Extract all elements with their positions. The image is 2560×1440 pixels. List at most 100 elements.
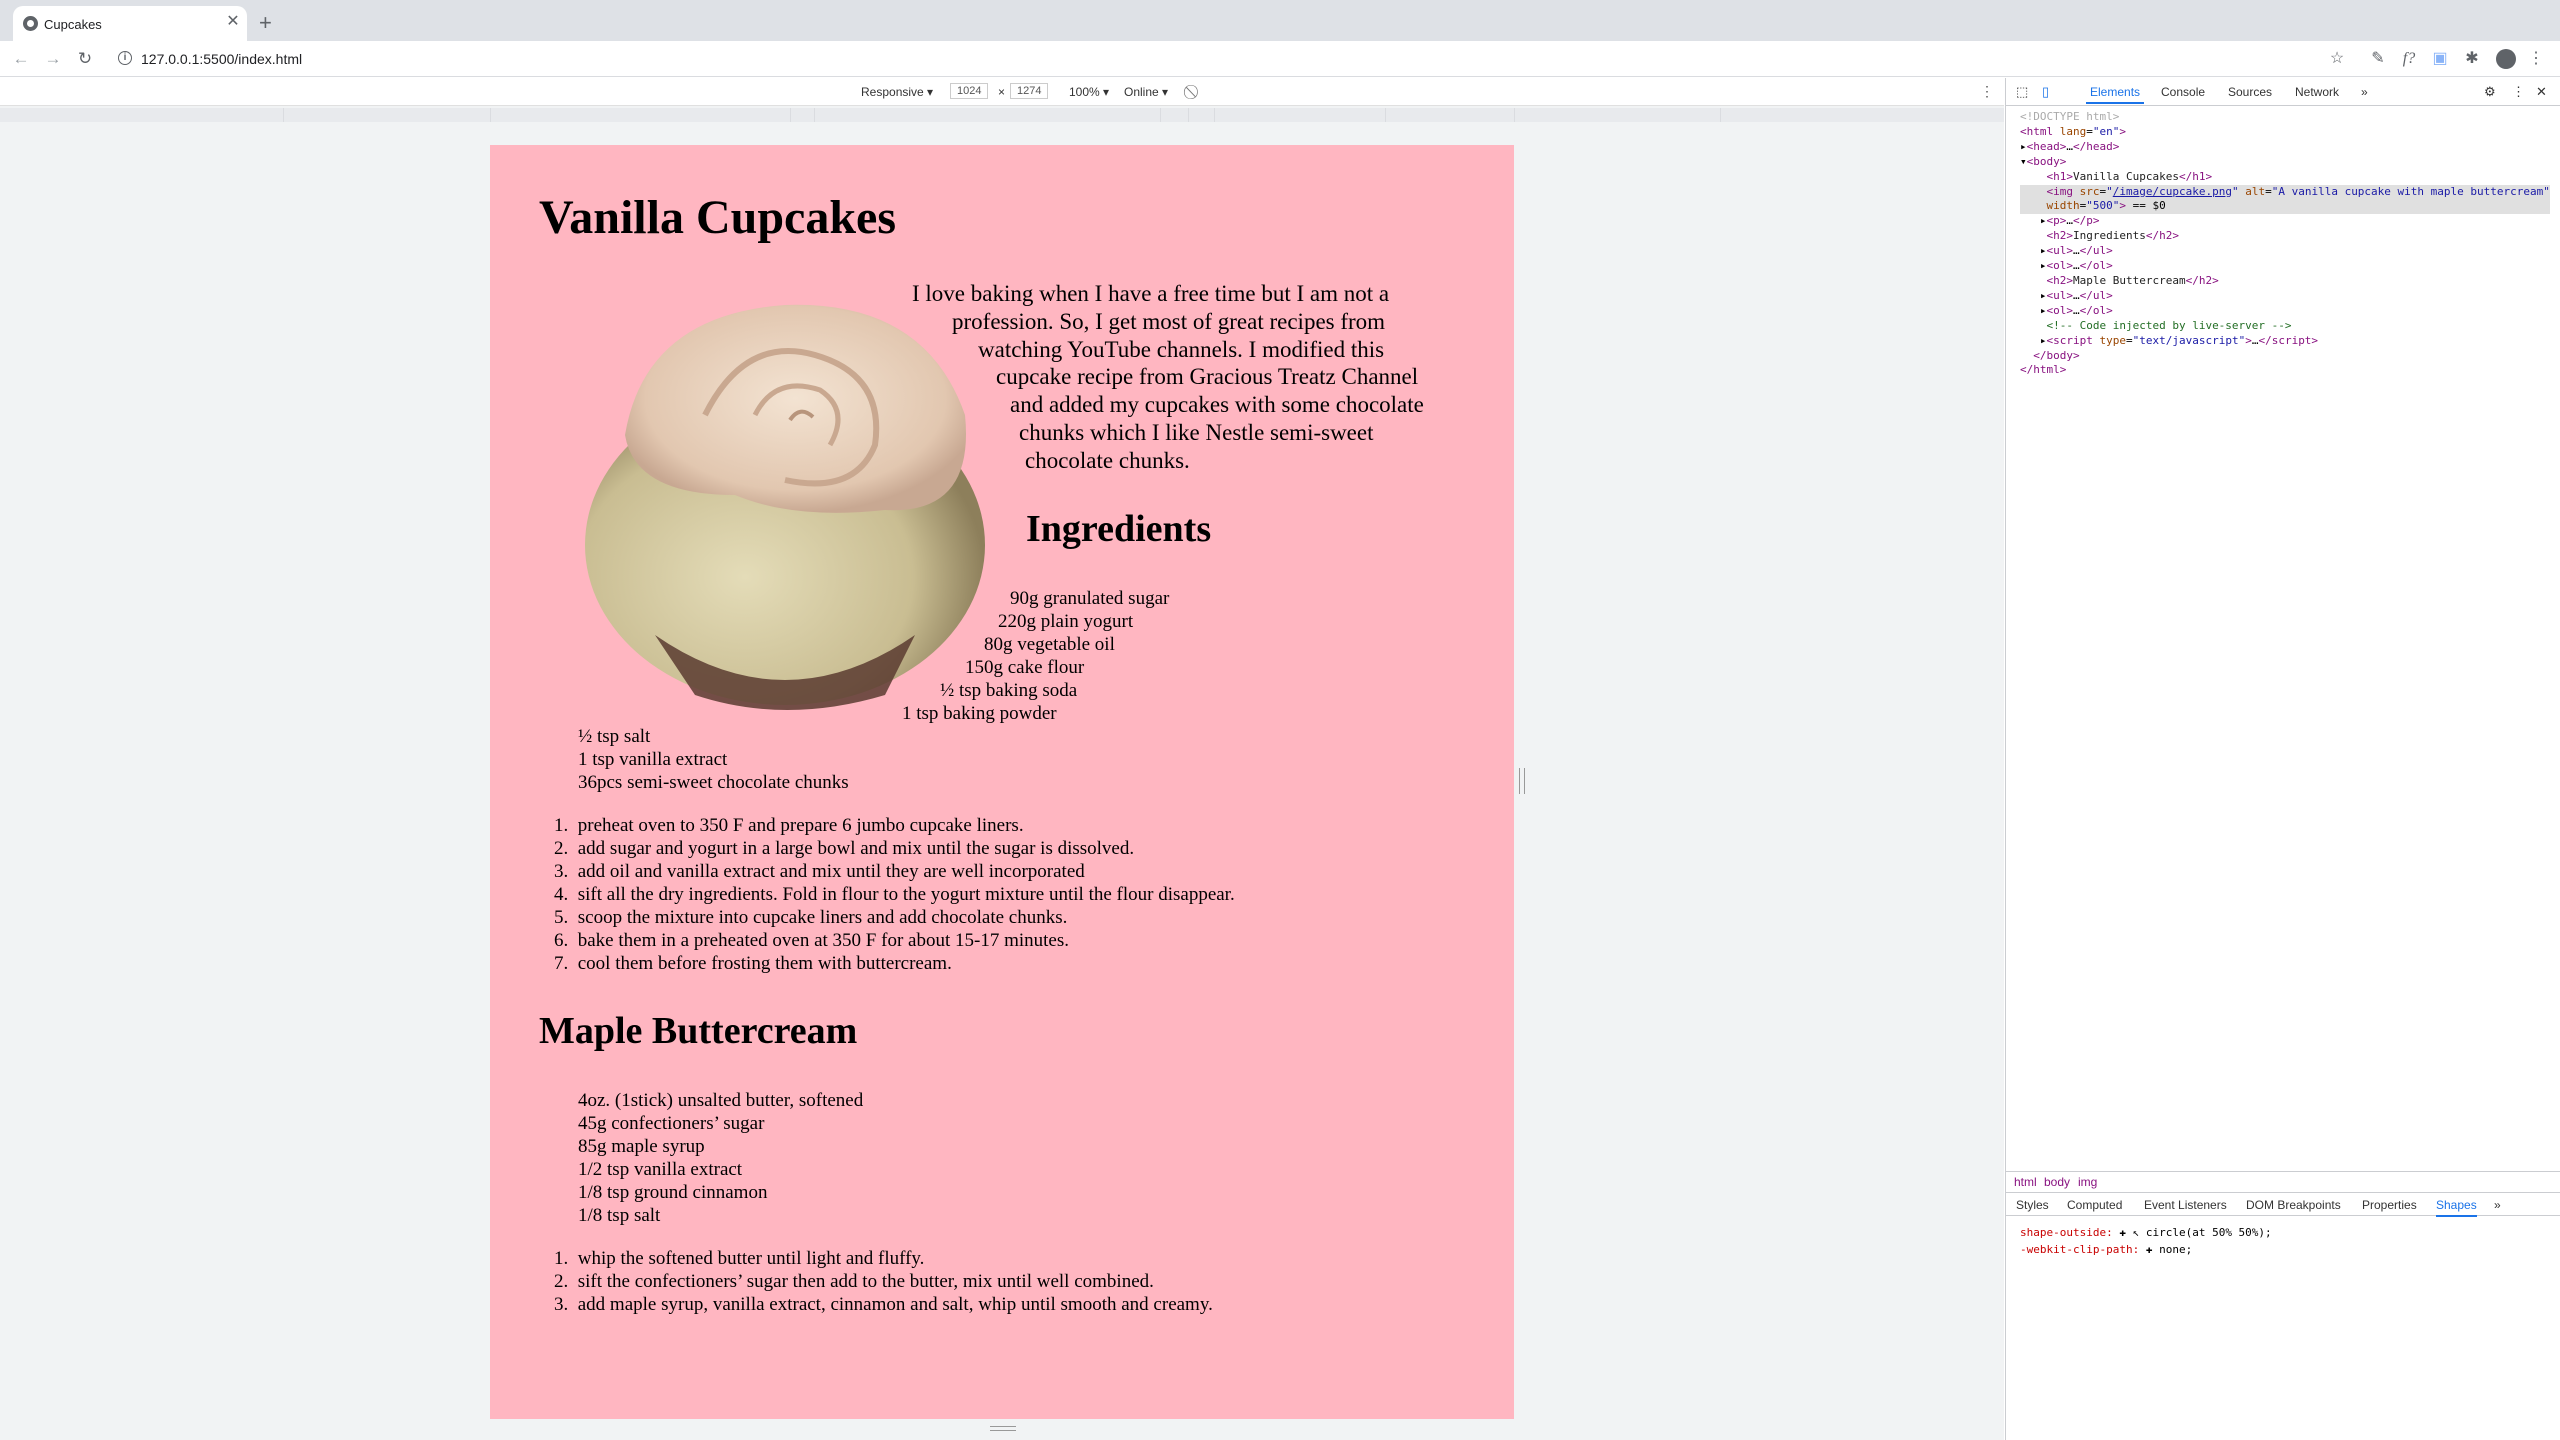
site-info-icon[interactable]: i [118, 51, 132, 65]
list-item: 1. whip the softened butter until light … [554, 1248, 925, 1269]
ingredients-heading: Ingredients [1026, 508, 1212, 550]
device-menu-icon[interactable]: ⋮ [1980, 83, 1994, 100]
tab-title: Cupcakes [44, 17, 102, 32]
cupcake-image [585, 304, 985, 710]
list-item: 1/8 tsp salt [578, 1205, 661, 1226]
device-select[interactable]: Responsive ▾ [861, 85, 933, 99]
clip-path-value[interactable]: none; [2159, 1243, 2192, 1256]
favicon-icon [23, 16, 38, 31]
reload-icon[interactable]: ↻ [73, 47, 97, 71]
list-item: 45g confectioners’ sugar [578, 1113, 765, 1134]
list-item: 1/2 tsp vanilla extract [578, 1159, 743, 1180]
back-icon[interactable]: ← [9, 47, 33, 71]
shape-outside-value[interactable]: circle(at 50% 50%); [2146, 1226, 2272, 1239]
intro-line: chunks which I like Nestle semi-sweet [1019, 420, 1374, 445]
rendered-page: Vanilla Cupcakes I love baking when I ha… [490, 145, 1514, 1419]
extension-pen-icon[interactable]: ✎ [2367, 48, 2389, 70]
forward-icon[interactable]: → [41, 47, 65, 71]
list-item: 2. sift the confectioners’ sugar then ad… [554, 1271, 1154, 1292]
tab-event-listeners[interactable]: Event Listeners [2144, 1198, 2227, 1212]
intro-line: chocolate chunks. [1025, 448, 1190, 473]
zoom-select[interactable]: 100% ▾ [1069, 85, 1109, 99]
list-item: 1. preheat oven to 350 F and prepare 6 j… [554, 815, 1024, 836]
list-item: 5. scoop the mixture into cupcake liners… [554, 907, 1068, 928]
bookmark-star-icon[interactable]: ☆ [2326, 48, 2348, 70]
list-item: 80g vegetable oil [984, 634, 1115, 655]
shape-editor-plus-icon[interactable]: ✚ [2119, 1226, 2126, 1239]
close-tab-icon[interactable]: ✕ [223, 12, 243, 32]
device-toggle-icon[interactable]: ▯ [2042, 84, 2049, 100]
tab-styles[interactable]: Styles [2016, 1198, 2049, 1212]
list-item: 90g granulated sugar [1010, 588, 1170, 609]
width-input[interactable]: 1024 [950, 83, 989, 99]
shapes-pane: shape-outside: ✚ ↖ circle(at 50% 50%); -… [2020, 1224, 2272, 1258]
menu-kebab-icon[interactable]: ⋮ [2525, 48, 2547, 70]
intro-line: cupcake recipe from Gracious Treatz Chan… [996, 364, 1419, 389]
devtools-menu-icon[interactable]: ⋮ [2512, 84, 2525, 100]
height-input[interactable]: 1274 [1010, 83, 1049, 99]
tab-dom-breakpoints[interactable]: DOM Breakpoints [2246, 1198, 2341, 1212]
list-item: 4oz. (1stick) unsalted butter, softened [578, 1090, 864, 1111]
buttercream-heading: Maple Buttercream [539, 1010, 858, 1052]
crumb-body[interactable]: body [2044, 1175, 2070, 1189]
devtools-close-icon[interactable]: ✕ [2536, 84, 2547, 100]
list-item: ½ tsp salt [578, 726, 651, 747]
list-item: 1 tsp baking powder [902, 703, 1057, 724]
inspect-element-icon[interactable]: ⬚ [2016, 84, 2028, 100]
dimension-times: × [998, 85, 1006, 99]
list-item: ½ tsp baking soda [940, 680, 1078, 701]
url-input[interactable]: 127.0.0.1:5500/index.html [141, 51, 302, 67]
device-toolbar: Responsive ▾ 1024 × 1274 100% ▾ Online ▾… [0, 78, 2004, 106]
tab-elements[interactable]: Elements [2086, 78, 2145, 104]
list-item: 220g plain yogurt [998, 611, 1134, 632]
list-item: 36pcs semi-sweet chocolate chunks [578, 772, 849, 793]
list-item: 85g maple syrup [578, 1136, 705, 1157]
clip-path-plus-icon[interactable]: ✚ [2146, 1243, 2153, 1256]
intro-line: profession. So, I get most of great reci… [952, 309, 1386, 334]
tab-more[interactable]: » [2361, 85, 2368, 99]
list-item: 2. add sugar and yogurt in a large bowl … [554, 838, 1135, 859]
network-select[interactable]: Online ▾ [1124, 85, 1168, 99]
viewport-resize-handle-right[interactable] [1519, 768, 1525, 794]
shape-outside-property: shape-outside: [2020, 1226, 2113, 1239]
tab-shapes[interactable]: Shapes [2436, 1198, 2477, 1217]
responsive-viewport: Responsive ▾ 1024 × 1274 100% ▾ Online ▾… [0, 78, 2004, 1440]
styles-subtabs: Styles Computed Event Listeners DOM Brea… [2006, 1192, 2560, 1217]
clip-path-property: -webkit-clip-path: [2020, 1243, 2140, 1256]
list-item: 4. sift all the dry ingredients. Fold in… [554, 884, 1235, 905]
viewport-resize-handle-bottom[interactable] [990, 1426, 1016, 1431]
intro-line: I love baking when I have a free time bu… [912, 281, 1390, 306]
breadcrumb: html body img [2006, 1171, 2560, 1191]
list-item: 6. bake them in a preheated oven at 350 … [554, 930, 1069, 951]
profile-avatar-icon[interactable] [2496, 49, 2516, 69]
page-title: Vanilla Cupcakes [539, 191, 896, 244]
devtools-panel: ⬚ ▯ Elements Console Sources Network » ⚙… [2005, 78, 2560, 1440]
tab-console[interactable]: Console [2161, 85, 2205, 99]
list-item: 1 tsp vanilla extract [578, 749, 728, 770]
media-query-bar[interactable] [0, 108, 2004, 122]
intro-line: watching YouTube channels. I modified th… [978, 337, 1385, 362]
list-item: 3. add maple syrup, vanilla extract, cin… [554, 1294, 1213, 1315]
new-tab-button[interactable]: + [259, 12, 272, 34]
crumb-html[interactable]: html [2014, 1175, 2037, 1189]
list-item: 150g cake flour [965, 657, 1085, 678]
browser-toolbar: ← → ↻ i 127.0.0.1:5500/index.html ☆ ✎ f?… [0, 41, 2560, 77]
extension-function-icon[interactable]: f? [2398, 48, 2420, 70]
crumb-img[interactable]: img [2078, 1175, 2097, 1189]
settings-gear-icon[interactable]: ⚙ [2484, 84, 2496, 100]
tab-computed[interactable]: Computed [2067, 1198, 2122, 1212]
tab-strip: Cupcakes ✕ + [0, 0, 2560, 41]
shape-editor-cursor-icon[interactable]: ↖ [2133, 1226, 2140, 1239]
tab-network[interactable]: Network [2295, 85, 2339, 99]
list-item: 1/8 tsp ground cinnamon [578, 1182, 768, 1203]
list-item: 3. add oil and vanilla extract and mix u… [554, 861, 1085, 882]
tab-more[interactable]: » [2494, 1198, 2501, 1212]
intro-line: and added my cupcakes with some chocolat… [1010, 392, 1424, 417]
extensions-puzzle-icon[interactable]: ✱ [2461, 48, 2483, 70]
tab-properties[interactable]: Properties [2362, 1198, 2417, 1212]
extension-image-icon[interactable]: ▣ [2429, 48, 2451, 70]
tab-cupcakes[interactable]: Cupcakes ✕ [13, 6, 247, 41]
tab-sources[interactable]: Sources [2228, 85, 2272, 99]
dom-tree[interactable]: <!DOCTYPE html> <html lang="en"> ▸<head>… [2020, 110, 2550, 378]
devtools-tabbar: ⬚ ▯ Elements Console Sources Network » ⚙… [2006, 78, 2560, 106]
